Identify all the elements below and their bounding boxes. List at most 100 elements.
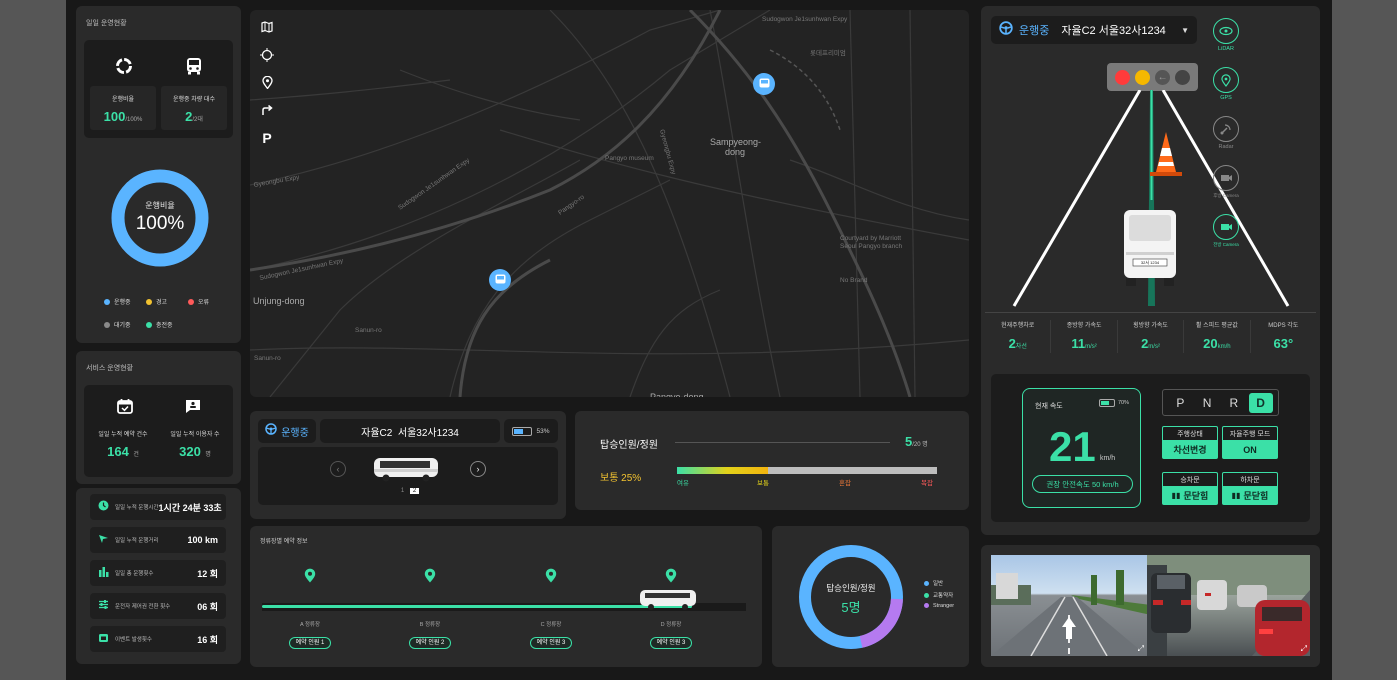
battery-icon: [512, 426, 533, 436]
door-out[interactable]: 하차문 ▮▮ 문닫힘: [1222, 472, 1278, 508]
users-value: 320: [179, 444, 201, 459]
license-plate: 32서 1234: [1140, 260, 1160, 265]
pin-icon: [304, 568, 316, 587]
locate-icon[interactable]: [256, 44, 278, 66]
stop-d-info: D 정류장 예약 인원 3: [641, 620, 701, 649]
stat-value: 16 회: [197, 634, 218, 645]
stat-row-events: 이벤트 발생횟수 16 회: [90, 626, 226, 652]
speed-label: 현재 속도: [1035, 403, 1063, 410]
parking-icon[interactable]: P: [256, 127, 278, 149]
rear-camera-feed[interactable]: ⤢: [1147, 555, 1310, 656]
speed-battery: 70%: [1099, 399, 1129, 407]
occupancy-level: 보통 25%: [600, 473, 642, 484]
sensor-radar[interactable]: Radar: [1211, 116, 1241, 150]
occupancy-panel: 탑승인원/정원 5/20 명 보통 25% 여유 보통 혼잡 복잡: [575, 411, 969, 510]
lidar-icon: [1213, 18, 1239, 44]
page-1[interactable]: 1: [398, 488, 407, 494]
chevron-down-icon: ▼: [1181, 25, 1189, 35]
pin-icon: [665, 568, 677, 587]
legend-item: 운행중: [104, 297, 146, 306]
cumulative-stats-panel: 일일 누적 운행시간 1시간 24분 33초 일일 누적 운행거리 100 km…: [76, 488, 241, 664]
prev-button[interactable]: ‹: [330, 461, 346, 477]
bus-position: [638, 588, 698, 617]
next-button[interactable]: ›: [470, 461, 486, 477]
metric-lane: 현재주행차로 2차선: [985, 320, 1052, 353]
sensor-front-camera[interactable]: 전방 Camera: [1211, 214, 1241, 248]
route-icon[interactable]: [256, 99, 278, 121]
bus-marker[interactable]: [753, 73, 775, 95]
users-label: 일일 누적 이용자 수: [170, 432, 220, 438]
op-summary-box: 운행비율 100/100% 운행중 차량 대수 2/2대: [84, 40, 233, 138]
distance-icon: [98, 531, 109, 549]
green-light-icon: [1175, 69, 1191, 85]
camera-panel: ⤢ ⤢: [981, 545, 1320, 667]
stop-b[interactable]: [410, 568, 450, 588]
stop-c[interactable]: [531, 568, 571, 588]
door-icon: ▮▮: [1171, 491, 1181, 500]
stat-label: 일일 누적 운행거리: [115, 538, 159, 544]
panel-title: 서비스 운영현황: [86, 365, 134, 372]
front-camera-feed[interactable]: ⤢: [991, 555, 1147, 656]
auto-mode[interactable]: 자율주행 모드 ON: [1222, 426, 1278, 462]
gear-r[interactable]: R: [1222, 393, 1246, 413]
vehicles-card: 운행중 차량 대수 2/2대: [161, 86, 227, 130]
svg-text:Unjung-dong: Unjung-dong: [253, 296, 305, 306]
steering-wheel-icon: [265, 422, 277, 440]
radar-icon: [1213, 116, 1239, 142]
stop-d[interactable]: [651, 568, 691, 588]
bus-marker[interactable]: [489, 269, 511, 291]
expand-icon[interactable]: ⤢: [1138, 644, 1144, 654]
autonomous-bus-rear: 32서 1234: [1120, 208, 1180, 288]
stop-a[interactable]: [290, 568, 330, 588]
sensor-label: 전방 Camera: [1213, 242, 1239, 247]
gear-p[interactable]: P: [1168, 393, 1192, 413]
users-stat: 일일 누적 이용자 수 320 명: [160, 429, 230, 461]
drive-state[interactable]: 주행상태 차선변경: [1162, 426, 1218, 462]
svg-text:Gyeongbu Expy: Gyeongbu Expy: [658, 129, 677, 176]
vehicles-unit: /2대: [192, 117, 203, 123]
gear-n[interactable]: N: [1195, 393, 1219, 413]
op-rate-label: 운행비율: [111, 97, 135, 103]
legend-item: 대기중: [104, 320, 146, 329]
svg-text:Sampyeong-: Sampyeong-: [710, 137, 761, 147]
reservation-pill: 예약 인원 2: [408, 637, 452, 649]
reservation-pill: 예약 인원 3: [649, 637, 693, 649]
legend-item: 오류: [188, 297, 218, 306]
occupancy-scale: 여유 보통 혼잡 복잡: [677, 480, 933, 487]
donut-center: 탑승인원/정원 5명: [796, 582, 906, 616]
pin-icon: [545, 568, 557, 587]
stop-c-info: C 정류장 예약 인원 3: [521, 620, 581, 649]
map-view[interactable]: Sudogwon Je1sunhwan Expy Sudogwon Je1sun…: [250, 10, 969, 397]
panel-title: 정류장별 예약 정보: [260, 539, 308, 545]
bus-icon: [182, 54, 206, 78]
status-chip[interactable]: 운행중: [258, 419, 316, 443]
map-layer-icon[interactable]: [256, 16, 278, 38]
pin-icon[interactable]: [256, 71, 278, 93]
door-in[interactable]: 승차문 ▮▮ 문닫힘: [1162, 472, 1218, 508]
metrics-row: 현재주행차로 2차선 종방향 가속도 11m/s² 횡방향 가속도 2m/s² …: [985, 320, 1316, 353]
sensor-gps[interactable]: GPS: [1211, 67, 1241, 101]
metric-lat-accel: 횡방향 가속도 2m/s²: [1118, 320, 1185, 353]
stat-value: 12 회: [197, 568, 218, 579]
vehicle-selector[interactable]: 운행중 자율C2 서울32사1234 ▼: [991, 16, 1197, 44]
donut-value: 5명: [841, 600, 861, 615]
gear-d[interactable]: D: [1248, 392, 1273, 413]
legend-item: 경고: [146, 297, 188, 306]
ring-label: 운행비율: [145, 201, 175, 210]
status-legend: 운행중 경고 오류 대기중 충전중: [104, 291, 224, 332]
sensor-rear-camera[interactable]: 후방 Camera: [1211, 165, 1241, 199]
svg-text:Pangyo-dong: Pangyo-dong: [650, 392, 704, 397]
stop-reservation-panel: 정류장별 예약 정보 A 정류장 예약 인원 1 B 정류장 예약 인원 2 C…: [250, 526, 762, 667]
yellow-light-icon: [1134, 69, 1150, 85]
gear-selector[interactable]: P N R D: [1162, 389, 1279, 416]
pin-icon: [424, 568, 436, 587]
page-2[interactable]: 2: [410, 488, 419, 494]
sensor-lidar[interactable]: LiDAR: [1211, 18, 1241, 52]
ring-value: 100%: [135, 213, 185, 234]
metric-long-accel: 종방향 가속도 11m/s²: [1051, 320, 1118, 353]
bar-chart-icon: [98, 564, 109, 582]
donut-legend: 일반 교통약자 Stranger: [924, 579, 954, 609]
svg-text:Sudogwon Je1sunhwan Expy: Sudogwon Je1sunhwan Expy: [762, 16, 848, 23]
expand-icon[interactable]: ⤢: [1301, 644, 1307, 654]
reserve-label: 일일 누적 예약 건수: [98, 432, 148, 438]
